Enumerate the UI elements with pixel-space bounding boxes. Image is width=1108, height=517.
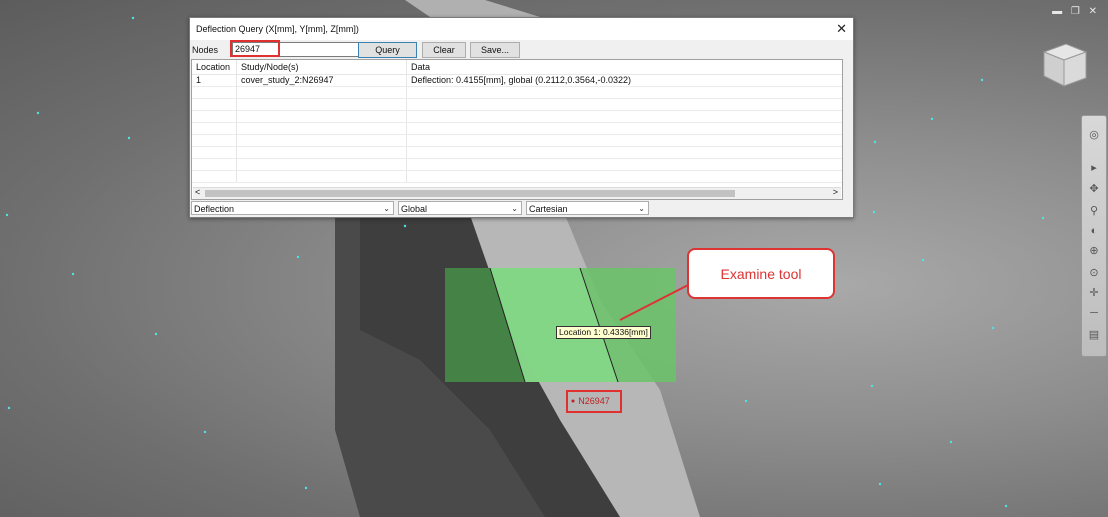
scroll-right-icon[interactable]: > xyxy=(833,187,838,197)
top-stripe-region xyxy=(405,0,540,17)
table-row xyxy=(192,171,842,183)
probe-value-label: Location 1: 0.4336[mm] xyxy=(556,326,651,339)
navigation-bar[interactable]: ◎ ▸ ✥ ⚲ ◐ ⊕ ⊙ ✛ ─ ▤ xyxy=(1081,115,1107,357)
fit-icon[interactable]: ⊙ xyxy=(1085,266,1103,280)
chevron-down-icon: ⌄ xyxy=(383,204,390,213)
walk-icon[interactable]: ─ xyxy=(1085,306,1103,320)
chevron-down-icon: ⌄ xyxy=(638,204,645,213)
system-value: Cartesian xyxy=(529,204,568,214)
pan-icon[interactable]: ✥ xyxy=(1085,182,1103,196)
coordinate-value: Global xyxy=(401,204,428,214)
table-row xyxy=(192,99,842,111)
table-row xyxy=(192,135,842,147)
window-controls[interactable]: ▬ ❐ ✕ xyxy=(1052,6,1100,17)
system-select[interactable]: Cartesian ⌄ xyxy=(526,201,649,215)
dialog-title: Deflection Query (X[mm], Y[mm], Z[mm]) xyxy=(196,24,359,34)
node-label: N26947 xyxy=(566,390,622,413)
table-header: Location Study/Node(s) Data xyxy=(192,60,842,75)
table-row xyxy=(192,159,842,171)
steering-wheel-icon[interactable]: ◎ xyxy=(1085,128,1103,142)
look-icon[interactable]: ◐ xyxy=(1085,224,1103,238)
clear-button[interactable]: Clear xyxy=(422,42,466,58)
result-type-select[interactable]: Deflection ⌄ xyxy=(191,201,394,215)
table-row xyxy=(192,147,842,159)
menu-icon[interactable]: ▤ xyxy=(1085,328,1103,342)
cell-location: 1 xyxy=(192,75,237,86)
callout-examine-tool: Examine tool xyxy=(687,248,835,299)
cell-data: Deflection: 0.4155[mm], global (0.2112,0… xyxy=(411,75,631,85)
deflection-query-dialog[interactable]: Deflection Query (X[mm], Y[mm], Z[mm]) ✕… xyxy=(189,17,854,218)
results-table[interactable]: Location Study/Node(s) Data 1 cover_stud… xyxy=(191,59,843,200)
cell-node: cover_study_2:N26947 xyxy=(237,75,407,86)
result-type-value: Deflection xyxy=(194,204,235,214)
save-button[interactable]: Save... xyxy=(470,42,520,58)
horizontal-scrollbar[interactable]: < > xyxy=(193,187,841,199)
table-row[interactable]: 1 cover_study_2:N26947 Deflection: 0.415… xyxy=(192,75,842,87)
nodes-highlight xyxy=(230,40,280,57)
orbit-icon[interactable]: ▸ xyxy=(1085,161,1103,175)
zoom-icon[interactable]: ⚲ xyxy=(1085,204,1103,218)
scroll-thumb[interactable] xyxy=(205,190,735,197)
center-icon[interactable]: ✛ xyxy=(1085,286,1103,300)
close-icon[interactable]: ✕ xyxy=(1089,6,1100,17)
dialog-titlebar[interactable]: Deflection Query (X[mm], Y[mm], Z[mm]) ✕ xyxy=(190,18,853,40)
column-header-node[interactable]: Study/Node(s) xyxy=(237,60,407,74)
column-header-data[interactable]: Data xyxy=(407,60,841,74)
nodes-label: Nodes xyxy=(192,45,219,55)
restore-icon[interactable]: ❐ xyxy=(1071,6,1083,17)
nodes-row: Nodes 26947 Query Clear Save... xyxy=(190,40,853,59)
zoom-window-icon[interactable]: ⊕ xyxy=(1085,244,1103,258)
table-row xyxy=(192,87,842,99)
query-button[interactable]: Query xyxy=(358,42,417,58)
table-row xyxy=(192,111,842,123)
scroll-left-icon[interactable]: < xyxy=(195,187,200,197)
minimize-icon[interactable]: ▬ xyxy=(1052,6,1065,17)
table-row xyxy=(192,123,842,135)
close-icon[interactable]: ✕ xyxy=(836,21,847,37)
chevron-down-icon: ⌄ xyxy=(511,204,518,213)
column-header-location[interactable]: Location xyxy=(192,60,237,74)
options-row: Deflection ⌄ Global ⌄ Cartesian ⌄ xyxy=(191,201,854,217)
coordinate-select[interactable]: Global ⌄ xyxy=(398,201,522,215)
viewcube-icon[interactable] xyxy=(1036,38,1092,90)
